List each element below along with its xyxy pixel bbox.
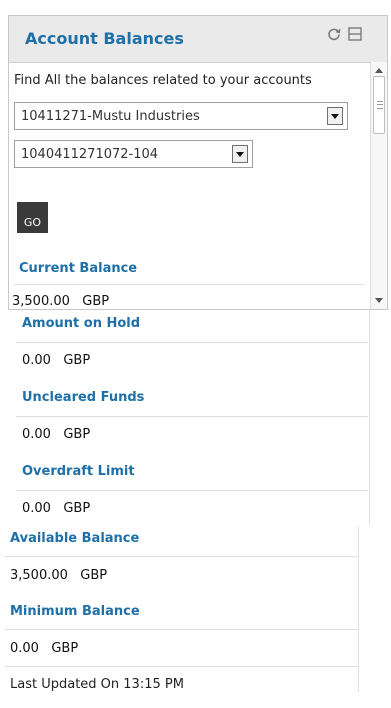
widget-header: Account Balances <box>9 16 387 63</box>
widget-content: Find All the balances related to your ac… <box>9 62 371 309</box>
overdraft-limit-value: 0.00 GBP <box>22 501 91 516</box>
uncleared-funds-label: Uncleared Funds <box>22 390 145 405</box>
last-updated-text: Last Updated On 13:15 PM <box>10 677 184 692</box>
chevron-down-icon[interactable] <box>232 145 248 163</box>
account-select-value: 1040411271072-104 <box>21 147 159 162</box>
account-balances-widget: Account Balances Find All the balances r… <box>8 15 388 310</box>
amount-on-hold-value: 0.00 GBP <box>22 353 91 368</box>
widget-scrollbar[interactable] <box>370 62 387 309</box>
minimum-balance-value: 0.00 GBP <box>10 641 79 656</box>
available-balance-label: Available Balance <box>10 531 140 546</box>
refresh-icon[interactable] <box>327 27 341 41</box>
divider <box>5 666 357 667</box>
divider <box>16 490 368 491</box>
collapse-icon[interactable] <box>348 27 362 41</box>
chevron-down-icon[interactable] <box>327 107 343 125</box>
current-balance-value: 3,500.00 GBP <box>12 294 110 309</box>
current-balance-label: Current Balance <box>19 261 138 276</box>
go-button[interactable]: GO <box>17 202 48 233</box>
minimum-balance-label: Minimum Balance <box>10 604 140 619</box>
widget-description: Find All the balances related to your ac… <box>14 73 312 88</box>
divider <box>369 310 370 526</box>
overdraft-limit-label: Overdraft Limit <box>22 464 135 479</box>
divider <box>5 556 357 557</box>
scroll-down-icon[interactable] <box>375 298 383 303</box>
party-select[interactable]: 10411271-Mustu Industries <box>14 102 348 130</box>
scrollbar-thumb[interactable] <box>373 76 385 134</box>
widget-title: Account Balances <box>25 29 184 48</box>
divider <box>14 284 364 285</box>
amount-on-hold-label: Amount on Hold <box>22 316 141 331</box>
available-balance-value: 3,500.00 GBP <box>10 568 108 583</box>
divider <box>5 629 357 630</box>
party-select-value: 10411271-Mustu Industries <box>21 109 200 124</box>
scroll-up-icon[interactable] <box>375 68 383 73</box>
divider <box>358 526 359 692</box>
divider <box>16 416 368 417</box>
account-select[interactable]: 1040411271072-104 <box>14 140 253 168</box>
divider <box>16 342 368 343</box>
uncleared-funds-value: 0.00 GBP <box>22 427 91 442</box>
